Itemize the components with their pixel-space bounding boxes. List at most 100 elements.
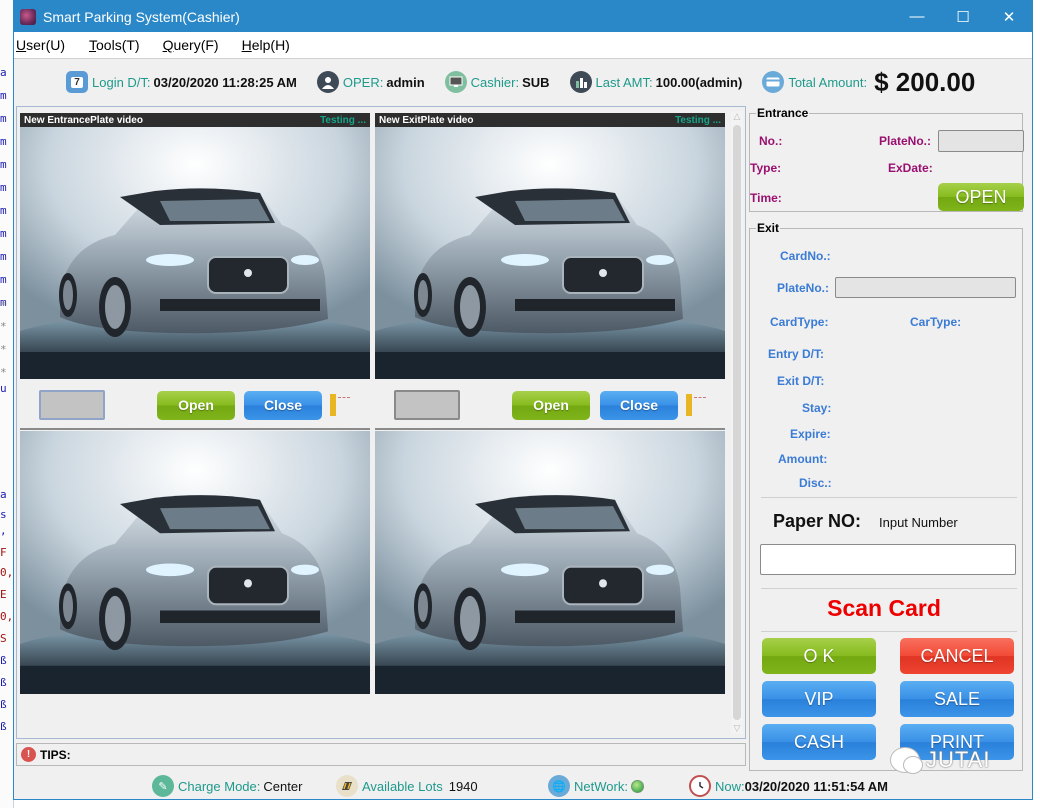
editor-char: m — [0, 227, 7, 240]
camera-title: New ExitPlate video — [379, 114, 474, 126]
entrance-plate-display — [39, 390, 105, 420]
editor-char: F — [0, 546, 7, 559]
editor-char: m — [0, 250, 7, 263]
entrance-exdate-label: ExDate: — [888, 161, 933, 175]
exit-disc-label: Disc.: — [799, 476, 832, 490]
entrance-open-button[interactable]: Open — [157, 390, 235, 420]
menu-query[interactable]: Query(F) — [163, 37, 231, 53]
camera-feed[interactable] — [375, 127, 725, 379]
tips-bar: ! TIPS: — [16, 743, 746, 766]
camera-header: New ExitPlate video Testing ... — [375, 113, 725, 127]
editor-char: * — [0, 343, 7, 356]
camera-status: Testing ... — [675, 114, 721, 126]
network-label: NetWork: — [574, 778, 628, 794]
scan-card-prompt: Scan Card — [827, 595, 941, 621]
editor-char: * — [0, 320, 7, 333]
video-scrollbar[interactable]: △ ▽ — [731, 111, 743, 734]
exit-cartype-label: CarType: — [910, 315, 962, 329]
exit-amount-label: Amount: — [778, 452, 828, 466]
car-image — [375, 431, 725, 694]
now-value: 03/20/2020 11:51:54 AM — [744, 778, 888, 794]
scrollbar-thumb[interactable] — [733, 125, 741, 720]
exit-controls: Open Close — [394, 385, 706, 425]
cash-button[interactable]: CASH — [762, 724, 876, 760]
entrance-type-label: Type: — [750, 161, 782, 175]
menu-tools[interactable]: Tools(T) — [89, 37, 152, 53]
car-image — [20, 127, 370, 379]
entrance-controls: Open Close — [39, 385, 350, 425]
warning-icon: ! — [21, 747, 36, 762]
editor-char: ß — [0, 698, 7, 711]
menu-help[interactable]: Help(H) — [242, 37, 302, 53]
status-bar: ✎ Charge Mode: Center Available Lots 194… — [14, 771, 1034, 801]
editor-char: * — [0, 299, 7, 312]
now-label: Now: — [715, 778, 745, 794]
paper-no-input[interactable] — [760, 544, 1016, 575]
entrance-plateno-field[interactable] — [938, 130, 1024, 152]
available-lots-status: Available Lots 1940 — [336, 775, 478, 797]
title-bar: Smart Parking System(Cashier) — ☐ ✕ — [14, 1, 1032, 32]
editor-char: m — [0, 135, 7, 148]
editor-char: u — [0, 382, 7, 395]
camera-feed[interactable] — [20, 127, 370, 379]
charge-mode-status: ✎ Charge Mode: Center — [152, 775, 302, 797]
entrance-close-button[interactable]: Close — [244, 390, 322, 420]
minimize-button[interactable]: — — [894, 1, 940, 32]
editor-char: s — [0, 508, 7, 521]
total-amount-info: Total Amount: $ 200.00 — [762, 67, 975, 98]
entrance-open-gate-button[interactable]: OPEN — [938, 183, 1024, 211]
exit-stay-label: Stay: — [802, 401, 832, 415]
camera-divider — [20, 428, 370, 430]
wechat-icon — [890, 747, 923, 774]
maximize-button[interactable]: ☐ — [940, 1, 986, 32]
last-amt-label: Last AMT: — [595, 74, 653, 90]
video-panel: New EntrancePlate video Testing ... New … — [16, 106, 746, 739]
sale-button[interactable]: SALE — [900, 681, 1014, 717]
last-amount-info: Last AMT: 100.00(admin) — [569, 71, 742, 93]
editor-char: E — [0, 588, 7, 601]
camera-status: Testing ... — [320, 114, 366, 126]
editor-char: m — [0, 204, 7, 217]
exit-close-button[interactable]: Close — [600, 390, 678, 420]
app-logo-icon — [20, 8, 36, 25]
separator — [761, 631, 1017, 632]
background-editor-strip: a m m m m m m m m m m * * * * u a s, F 0, E 0, Sß ß ß ß — [0, 0, 14, 808]
cancel-button[interactable]: CANCEL — [900, 638, 1014, 674]
oper-label: OPER: — [342, 74, 384, 90]
menu-user[interactable]: User(U) — [16, 37, 77, 53]
window-title: Smart Parking System(Cashier) — [43, 8, 240, 25]
network-ok-indicator-icon — [630, 779, 644, 793]
exit-plate-display — [394, 390, 460, 420]
entrance-no-label: No.: — [759, 134, 783, 148]
scroll-up-icon[interactable]: △ — [731, 111, 743, 122]
entrance-legend: Entrance — [757, 106, 809, 120]
available-lots-value: 1940 — [448, 778, 478, 794]
entrance-time-label: Time: — [750, 191, 782, 205]
login-label: Login D/T: — [92, 74, 151, 90]
scroll-down-icon[interactable]: ▽ — [731, 723, 743, 734]
tips-label: TIPS: — [40, 747, 71, 762]
editor-char: m — [0, 181, 7, 194]
ok-button[interactable]: O K — [762, 638, 876, 674]
exit-plateno-field[interactable] — [835, 277, 1016, 298]
charge-mode-label: Charge Mode: — [178, 778, 261, 794]
cashier-value: SUB — [522, 74, 550, 90]
entrance-plateno-label: PlateNo.: — [879, 134, 932, 148]
barrier-indicator-icon — [330, 394, 350, 416]
cashier-info: Cashier: SUB — [444, 71, 550, 93]
camera-divider — [375, 428, 725, 430]
charge-mode-value: Center — [263, 778, 303, 794]
camera-feed[interactable] — [375, 431, 725, 694]
exit-open-button[interactable]: Open — [512, 390, 590, 420]
globe-icon: 🌐 — [548, 775, 570, 797]
close-button[interactable]: ✕ — [986, 1, 1032, 32]
cashier-label: Cashier: — [470, 74, 520, 90]
login-datetime: 7 Login D/T: 03/20/2020 11:28:25 AM — [66, 71, 297, 93]
exit-camera-2 — [375, 431, 725, 694]
vip-button[interactable]: VIP — [762, 681, 876, 717]
entrance-camera: New EntrancePlate video Testing ... — [20, 113, 370, 379]
camera-feed[interactable] — [20, 431, 370, 694]
current-time-status: Now: 03/20/2020 11:51:54 AM — [689, 775, 888, 797]
total-amount-label: Total Amount: — [788, 74, 868, 90]
clock-icon — [689, 775, 711, 797]
